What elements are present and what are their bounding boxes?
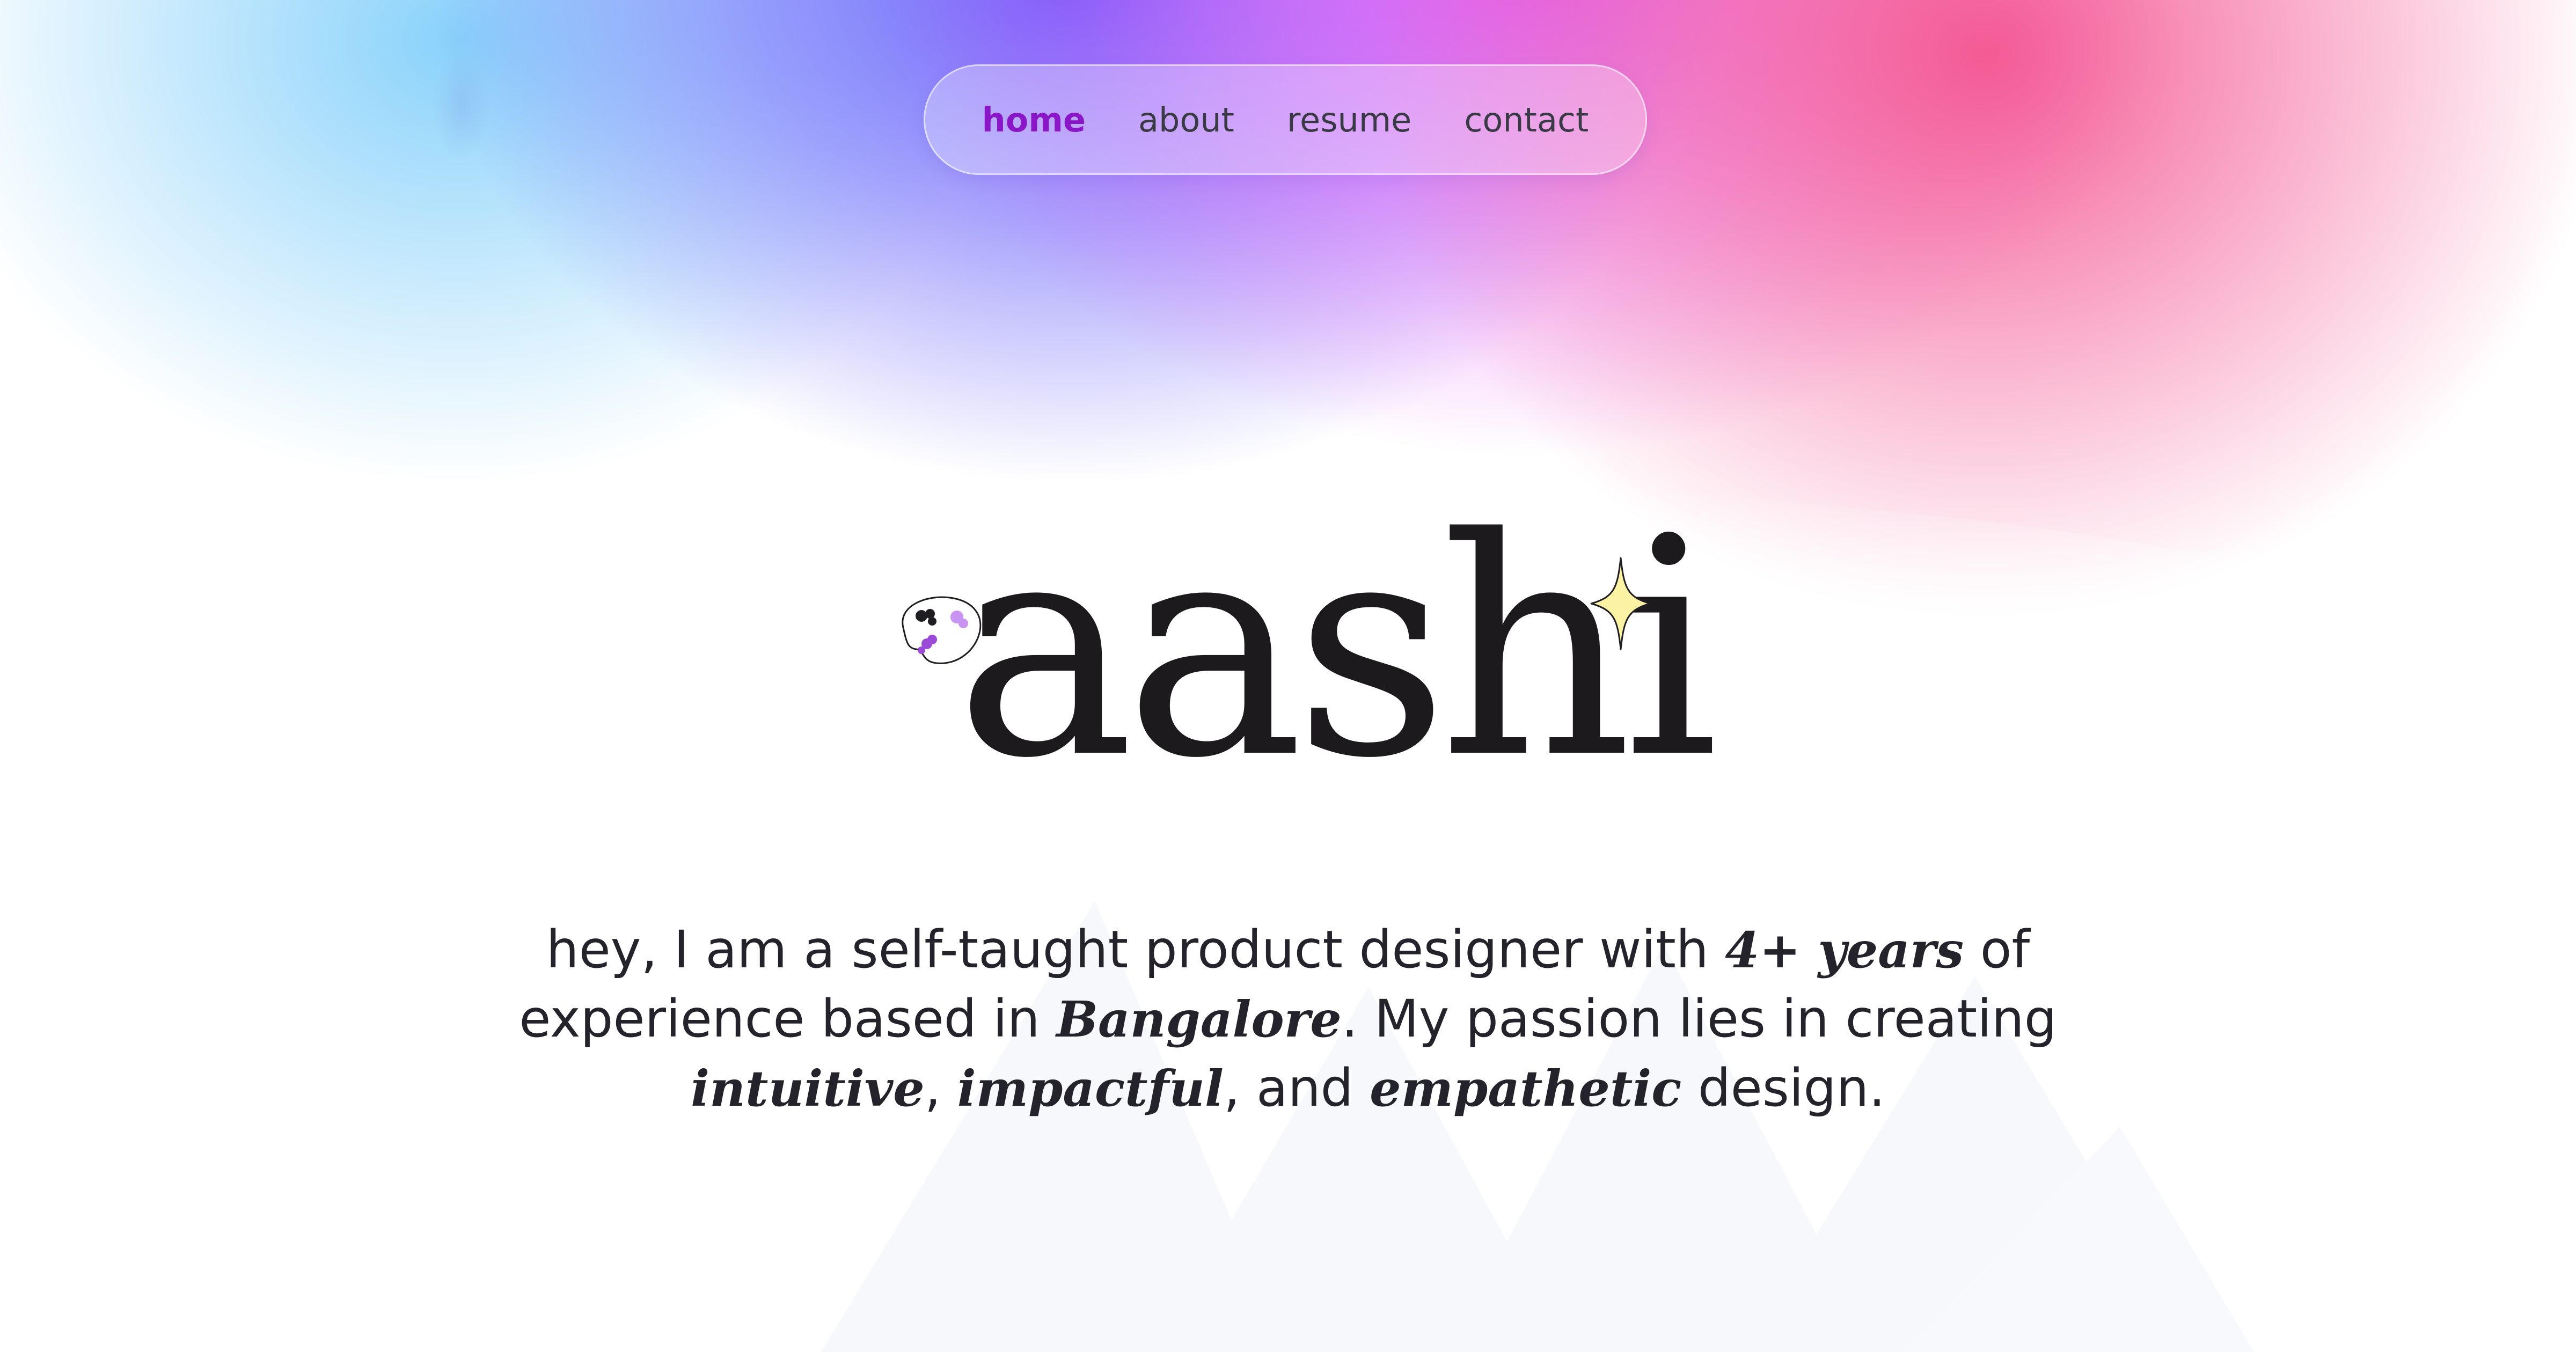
main-nav: home about resume contact	[924, 64, 1647, 175]
intro-word-impactful: impactful	[957, 1060, 1224, 1118]
intro-text: design.	[1681, 1058, 1885, 1118]
sparkle-icon	[1590, 557, 1651, 650]
intro-word-intuitive: intuitive	[691, 1060, 925, 1118]
hero-name: aashi	[955, 474, 1719, 824]
intro-text: hey, I am a self-taught product designer…	[546, 920, 1725, 980]
intro-text: ,	[924, 1058, 957, 1118]
intro-years: 4+ years	[1725, 921, 1964, 979]
nav-link-home[interactable]: home	[982, 100, 1086, 139]
background-gradient-cyan	[0, 0, 993, 483]
intro-paragraph: hey, I am a self-taught product designer…	[510, 915, 2066, 1123]
nav-link-about[interactable]: about	[1138, 100, 1234, 139]
nav-link-resume[interactable]: resume	[1287, 100, 1411, 139]
intro-city: Bangalore	[1056, 990, 1342, 1048]
nav-link-contact[interactable]: contact	[1464, 100, 1589, 139]
intro-text: . My passion lies in creating	[1341, 989, 2057, 1049]
background-smudge	[432, 48, 491, 161]
intro-text: , and	[1223, 1058, 1370, 1118]
intro-word-empathetic: empathetic	[1370, 1060, 1682, 1118]
